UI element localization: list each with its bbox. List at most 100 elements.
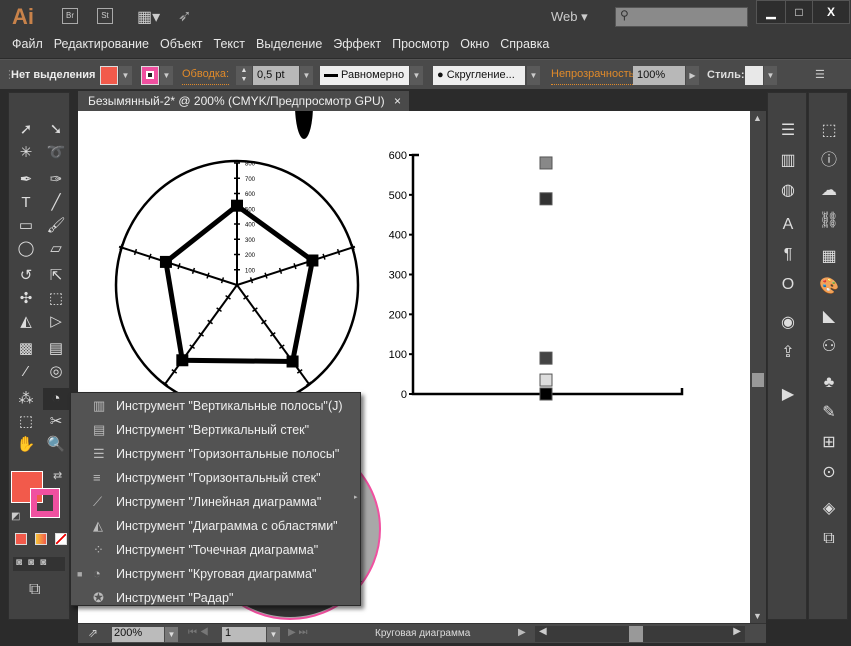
paintbrush-tool-icon[interactable]: 🖌 <box>43 215 69 237</box>
horizontal-scroll-thumb[interactable] <box>629 626 643 642</box>
swatches-icon[interactable]: ▦ <box>817 245 841 269</box>
zoom-tool-icon[interactable]: 🔍 <box>43 434 69 456</box>
flyout-item-column-graph[interactable]: ▥ Инструмент "Вертикальные полосы" (J) <box>71 394 361 418</box>
shaper-tool-icon[interactable]: ◯ <box>13 238 39 260</box>
close-tab-icon[interactable]: × <box>394 94 401 108</box>
zoom-input[interactable]: 200% <box>112 627 164 642</box>
direct-selection-tool-icon[interactable]: ➘ <box>43 119 69 141</box>
stroke-dropdown[interactable]: ▼ <box>160 66 173 85</box>
menu-item-0[interactable]: Файл <box>10 32 52 58</box>
transparency-icon[interactable]: ◍ <box>776 179 800 203</box>
minimize-button[interactable]: ▁ <box>756 0 786 24</box>
stroke-weight-input[interactable]: 0,5 pt <box>253 66 299 85</box>
flyout-item-radar-graph[interactable]: ✪ Инструмент "Радар" <box>71 586 361 610</box>
swap-colors-icon[interactable]: ⇄ <box>53 469 62 482</box>
profile-dropdown[interactable]: ▼ <box>410 66 423 85</box>
flyout-item-area-graph[interactable]: ◭ Инструмент "Диаграмма с областями" <box>71 514 361 538</box>
menu-item-5[interactable]: Эффект <box>331 32 390 58</box>
brush-definition[interactable]: ● Скругление... <box>433 66 525 85</box>
artboard-dropdown[interactable]: ▼ <box>267 627 280 642</box>
magic-wand-tool-icon[interactable]: ✳ <box>13 142 39 164</box>
vertical-scrollbar[interactable]: ▲ ▼ <box>750 111 766 623</box>
stroke-color-box[interactable] <box>30 488 60 518</box>
blend-tool-icon[interactable]: ◎ <box>43 361 69 383</box>
slice-tool-icon[interactable]: ✂ <box>43 411 69 433</box>
menu-item-3[interactable]: Текст <box>212 32 254 58</box>
stroke-swatch[interactable] <box>141 66 159 85</box>
symbol-sprayer-tool-icon[interactable]: ⁂ <box>13 388 39 410</box>
scale-tool-icon[interactable]: ⇱ <box>43 265 69 287</box>
color-mode-icon[interactable] <box>15 533 27 545</box>
bridge-button[interactable]: Br <box>62 8 78 24</box>
menu-item-8[interactable]: Справка <box>498 32 558 58</box>
type-tool-icon[interactable]: T <box>13 192 39 214</box>
eraser-tool-icon[interactable]: ▱ <box>43 238 69 260</box>
arrange-documents-icon[interactable]: ▦▾ <box>137 7 160 27</box>
none-mode-icon[interactable] <box>55 533 67 545</box>
workspace-switcher[interactable]: Web ▾ <box>551 9 588 25</box>
hand-tool-icon[interactable]: ✋ <box>13 434 39 456</box>
lasso-tool-icon[interactable]: ➰ <box>43 142 69 164</box>
artboard-tool-icon[interactable]: ⬚ <box>13 411 39 433</box>
zoom-dropdown[interactable]: ▼ <box>165 627 178 642</box>
stock-button[interactable]: St <box>97 8 113 24</box>
first-artboard-icon[interactable]: ⏮ ◀ <box>188 627 209 638</box>
pie-graph-tool-icon[interactable]: ◔ <box>43 388 69 410</box>
stroke-label[interactable]: Обводка: <box>182 66 230 85</box>
fill-swatch[interactable] <box>100 66 118 85</box>
opacity-label[interactable]: Непрозрачность: <box>551 66 638 85</box>
share-icon[interactable]: ⇗ <box>88 626 98 640</box>
transform-icon[interactable]: ⬚ <box>817 119 841 143</box>
search-input[interactable]: ⚲ <box>615 7 748 27</box>
eyedropper-tool-icon[interactable]: ⁄ <box>13 361 39 383</box>
document-tab[interactable]: Безымянный-2* @ 200% (CMYK/Предпросмотр … <box>78 91 409 111</box>
menu-item-1[interactable]: Редактирование <box>52 32 158 58</box>
libraries-icon[interactable]: ☁ <box>817 179 841 203</box>
menu-item-6[interactable]: Просмотр <box>390 32 458 58</box>
opentype-icon[interactable]: O <box>776 273 800 297</box>
paragraph-icon[interactable]: ¶ <box>776 243 800 267</box>
links-icon[interactable]: ⛓ <box>817 209 841 233</box>
artboard-input[interactable]: 1 <box>222 627 266 642</box>
menu-item-2[interactable]: Объект <box>158 32 212 58</box>
close-button[interactable]: X <box>812 0 850 24</box>
properties-icon[interactable]: ☰ <box>776 119 800 143</box>
flyout-item-stacked-bar-graph[interactable]: ≡ Инструмент "Горизонтальный стек" <box>71 466 361 490</box>
rectangle-tool-icon[interactable]: ▭ <box>13 215 39 237</box>
flyout-item-pie-graph[interactable]: ■ ◔ Инструмент "Круговая диаграмма" <box>71 562 361 586</box>
artboards-icon[interactable]: ⧉ <box>817 527 841 551</box>
opacity-input[interactable]: 100% <box>633 66 685 85</box>
menu-item-7[interactable]: Окно <box>458 32 498 58</box>
character-icon[interactable]: A <box>776 213 800 237</box>
brush-dropdown[interactable]: ▼ <box>527 66 540 85</box>
drawing-modes-icon[interactable]: ◙◙◙ <box>13 557 65 571</box>
menu-item-4[interactable]: Выделение <box>254 32 331 58</box>
selection-tool-icon[interactable]: ➚ <box>13 119 39 141</box>
horizontal-scrollbar[interactable]: ◀ ▶ <box>535 626 745 642</box>
default-colors-icon[interactable]: ◩ <box>11 511 20 522</box>
free-transform-tool-icon[interactable]: ⬚ <box>43 288 69 310</box>
symbols-icon[interactable]: ♣ <box>817 371 841 395</box>
graphic-styles-icon[interactable]: ⚇ <box>817 335 841 359</box>
fill-dropdown[interactable]: ▼ <box>119 66 132 85</box>
line-tool-icon[interactable]: ╱ <box>43 192 69 214</box>
info-icon[interactable]: ⓘ <box>817 149 841 173</box>
brushes-icon[interactable]: ✎ <box>817 401 841 425</box>
maximize-button[interactable]: □ <box>785 0 813 24</box>
pen-tool-icon[interactable]: ✒ <box>13 169 39 191</box>
rotate-tool-icon[interactable]: ↺ <box>13 265 39 287</box>
layers-icon[interactable]: ◈ <box>817 497 841 521</box>
gradient-tool-icon[interactable]: ▤ <box>43 338 69 360</box>
last-artboard-icon[interactable]: ▶ ⏭ <box>288 627 307 638</box>
stroke-weight-dropdown[interactable]: ▼ <box>300 66 313 85</box>
stroke-weight-stepper[interactable]: ▲ ▼ <box>236 66 252 85</box>
panel-menu-icon[interactable]: ☰ <box>815 66 825 85</box>
flyout-item-stacked-column-graph[interactable]: ▤ Инструмент "Вертикальный стек" <box>71 418 361 442</box>
image-trace-icon[interactable]: ◉ <box>776 311 800 335</box>
style-dropdown[interactable]: ▼ <box>764 66 777 85</box>
tearoff-arrow-icon[interactable]: ▸ <box>354 493 358 501</box>
mesh-tool-icon[interactable]: ▩ <box>13 338 39 360</box>
color-guide-icon[interactable]: 🎨 <box>817 275 841 299</box>
opacity-slider-button[interactable]: ▶ <box>686 66 699 85</box>
stroke-icon[interactable]: ◣ <box>817 305 841 329</box>
